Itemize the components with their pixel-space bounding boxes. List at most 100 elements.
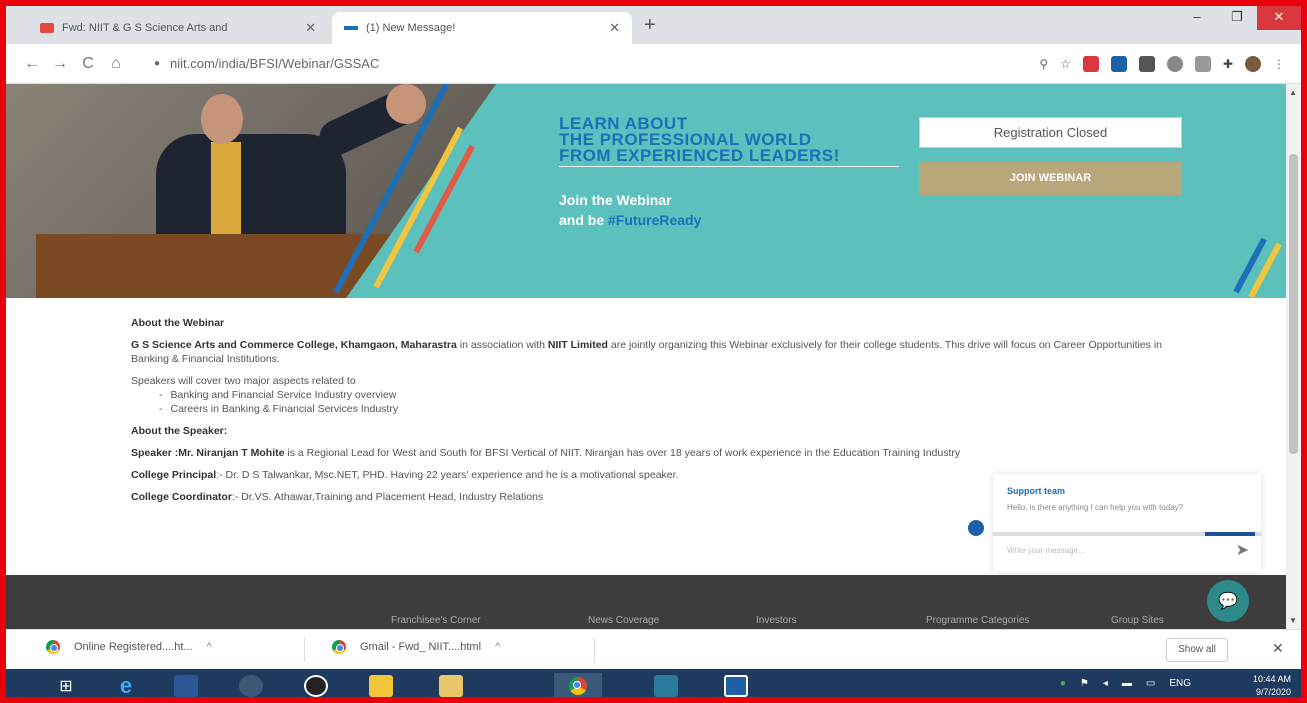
tab-label: Fwd: NIIT & G S Science Arts and	[62, 22, 228, 34]
scroll-up-icon[interactable]: ▲	[1289, 88, 1297, 97]
clock-date: 9/7/2020	[1255, 687, 1291, 697]
forward-button[interactable]: →	[46, 55, 74, 73]
join-webinar-button[interactable]: JOIN WEBINAR	[919, 162, 1182, 195]
browser-toolbar: ← → C ⌂ ● niit.com/india/BFSI/Webinar/GS…	[6, 44, 1301, 84]
chevron-up-icon[interactable]: ^	[207, 641, 212, 653]
about-webinar-heading: About the Webinar	[131, 317, 225, 329]
footer-link[interactable]: Programme Categories	[926, 615, 1029, 626]
home-button[interactable]: ⌂	[102, 55, 130, 73]
send-icon[interactable]: ➤	[1236, 540, 1249, 560]
footer-link[interactable]: Franchisee's Corner	[391, 615, 481, 626]
page-viewport: LEARN ABOUT THE PROFESSIONAL WORLD FROM …	[6, 84, 1286, 629]
chat-bubble-icon: 💬	[1218, 593, 1238, 610]
network-icon[interactable]: ●	[1060, 678, 1066, 689]
headline-divider	[559, 166, 899, 167]
new-tab-button[interactable]: +	[644, 14, 656, 37]
subline-2: and be #FutureReady	[559, 210, 701, 230]
site-footer: Franchisee's Corner News Coverage Invest…	[6, 575, 1286, 629]
list-item: Banking and Financial Service Industry o…	[159, 388, 1181, 402]
page-scrollbar[interactable]: ▲ ▼	[1286, 84, 1301, 629]
power-icon[interactable]: ▬	[1122, 678, 1132, 689]
close-tab-icon[interactable]: ✕	[305, 20, 316, 36]
extension-icon[interactable]	[1166, 55, 1183, 72]
decor-stripe	[1233, 237, 1267, 294]
subline-1: Join the Webinar	[559, 192, 672, 208]
menu-icon[interactable]: ⋮	[1273, 57, 1285, 71]
windows-taskbar: ⊞ e ● ⚑ ◂ ▬ ▭ ENG 10:44 AM 9/7/2020	[6, 669, 1301, 697]
support-avatar	[968, 520, 984, 536]
extension-icon[interactable]	[1138, 55, 1155, 72]
address-bar[interactable]: ● niit.com/india/BFSI/Webinar/GSSAC	[144, 50, 864, 78]
taskbar-app[interactable]	[646, 673, 686, 697]
app-icon	[239, 675, 263, 697]
extension-icon[interactable]	[1082, 55, 1099, 72]
maximize-button[interactable]: ❐	[1217, 6, 1257, 30]
list-item: Careers in Banking & Financial Services …	[159, 402, 1181, 416]
taskbar-app[interactable]	[361, 673, 401, 697]
chrome-icon	[46, 640, 60, 654]
tab-gmail[interactable]: Fwd: NIIT & G S Science Arts and ✕	[28, 12, 328, 44]
taskbar-app[interactable]	[716, 673, 756, 697]
screenshot-frame: Fwd: NIIT & G S Science Arts and ✕ (1) N…	[0, 0, 1307, 703]
gmail-icon	[40, 23, 54, 33]
tab-new-message[interactable]: (1) New Message! ✕	[332, 12, 632, 44]
webinar-intro: G S Science Arts and Commerce College, K…	[131, 338, 1181, 366]
chrome-icon	[569, 677, 587, 695]
taskbar-app[interactable]	[296, 673, 336, 697]
taskbar-app-chrome[interactable]	[554, 673, 602, 697]
college-name: G S Science Arts and Commerce College, K…	[131, 339, 457, 351]
chat-launcher-button[interactable]: 💬	[1207, 580, 1249, 622]
system-clock[interactable]: 10:44 AM 9/7/2020	[1252, 673, 1291, 697]
chat-message-input[interactable]: Write your message...	[1007, 546, 1085, 555]
language-indicator[interactable]: ENG	[1169, 678, 1191, 689]
window-close-button[interactable]: ✕	[1257, 6, 1301, 30]
download-name: Gmail - Fwd_ NIIT....html	[360, 641, 482, 653]
download-item[interactable]: Online Registered....ht... ^	[46, 640, 212, 654]
system-tray: ● ⚑ ◂ ▬ ▭ ENG	[1060, 678, 1191, 689]
download-item[interactable]: Gmail - Fwd_ NIIT....html ^	[332, 640, 500, 654]
speaker-desc: is a Regional Lead for West and South fo…	[284, 447, 961, 459]
tab-label: (1) New Message!	[366, 22, 456, 34]
start-button[interactable]: ⊞	[46, 673, 86, 697]
intro-mid: in association with	[456, 339, 548, 351]
speaker-label: Speaker :	[131, 447, 179, 459]
profile-icon[interactable]	[1245, 55, 1261, 72]
clock-time: 10:44 AM	[1252, 674, 1291, 684]
show-all-button[interactable]: Show all	[1166, 638, 1228, 662]
window-controls: – ❐ ✕	[1177, 6, 1301, 30]
taskbar-app[interactable]	[431, 673, 471, 697]
minimize-button[interactable]: –	[1177, 6, 1217, 30]
search-icon[interactable]: ⚲	[1039, 57, 1048, 71]
support-divider	[993, 532, 1261, 536]
scroll-down-icon[interactable]: ▼	[1289, 616, 1297, 625]
extension-icon[interactable]	[1194, 55, 1211, 72]
puzzle-icon[interactable]: ✚	[1223, 57, 1233, 71]
partner-name: NIIT Limited	[547, 339, 608, 351]
banner-headline: LEARN ABOUT THE PROFESSIONAL WORLD FROM …	[559, 115, 840, 164]
back-button[interactable]: ←	[18, 55, 46, 73]
extension-icon[interactable]	[1110, 55, 1127, 72]
footer-link[interactable]: News Coverage	[588, 615, 659, 626]
footer-link[interactable]: Investors	[756, 615, 797, 626]
webinar-banner: LEARN ABOUT THE PROFESSIONAL WORLD FROM …	[6, 84, 1286, 298]
support-chat-widget: Support team Hello, is there anything I …	[993, 474, 1261, 572]
support-title: Support team	[1007, 486, 1066, 496]
coordinator-desc: :- Dr.VS. Athawar,Training and Placement…	[231, 491, 544, 503]
flag-icon[interactable]: ⚑	[1080, 678, 1089, 689]
star-icon[interactable]: ☆	[1060, 57, 1071, 71]
speakers-intro: Speakers will cover two major aspects re…	[131, 375, 356, 387]
close-downloads-icon[interactable]: ✕	[1272, 640, 1284, 657]
chevron-up-icon[interactable]: ^	[495, 641, 500, 653]
lock-icon: ●	[154, 58, 161, 69]
scroll-thumb[interactable]	[1289, 154, 1298, 454]
reload-button[interactable]: C	[74, 55, 102, 73]
taskbar-app[interactable]: e	[106, 673, 146, 697]
keyboard-icon[interactable]: ▭	[1146, 678, 1155, 689]
taskbar-app[interactable]	[231, 673, 271, 697]
support-message: Hello, is there anything I can help you …	[1007, 503, 1184, 512]
footer-link[interactable]: Group Sites	[1111, 615, 1164, 626]
close-tab-icon[interactable]: ✕	[609, 20, 620, 36]
volume-icon[interactable]: ◂	[1103, 678, 1108, 689]
taskbar-app[interactable]	[166, 673, 206, 697]
speaker-hand	[386, 84, 426, 124]
